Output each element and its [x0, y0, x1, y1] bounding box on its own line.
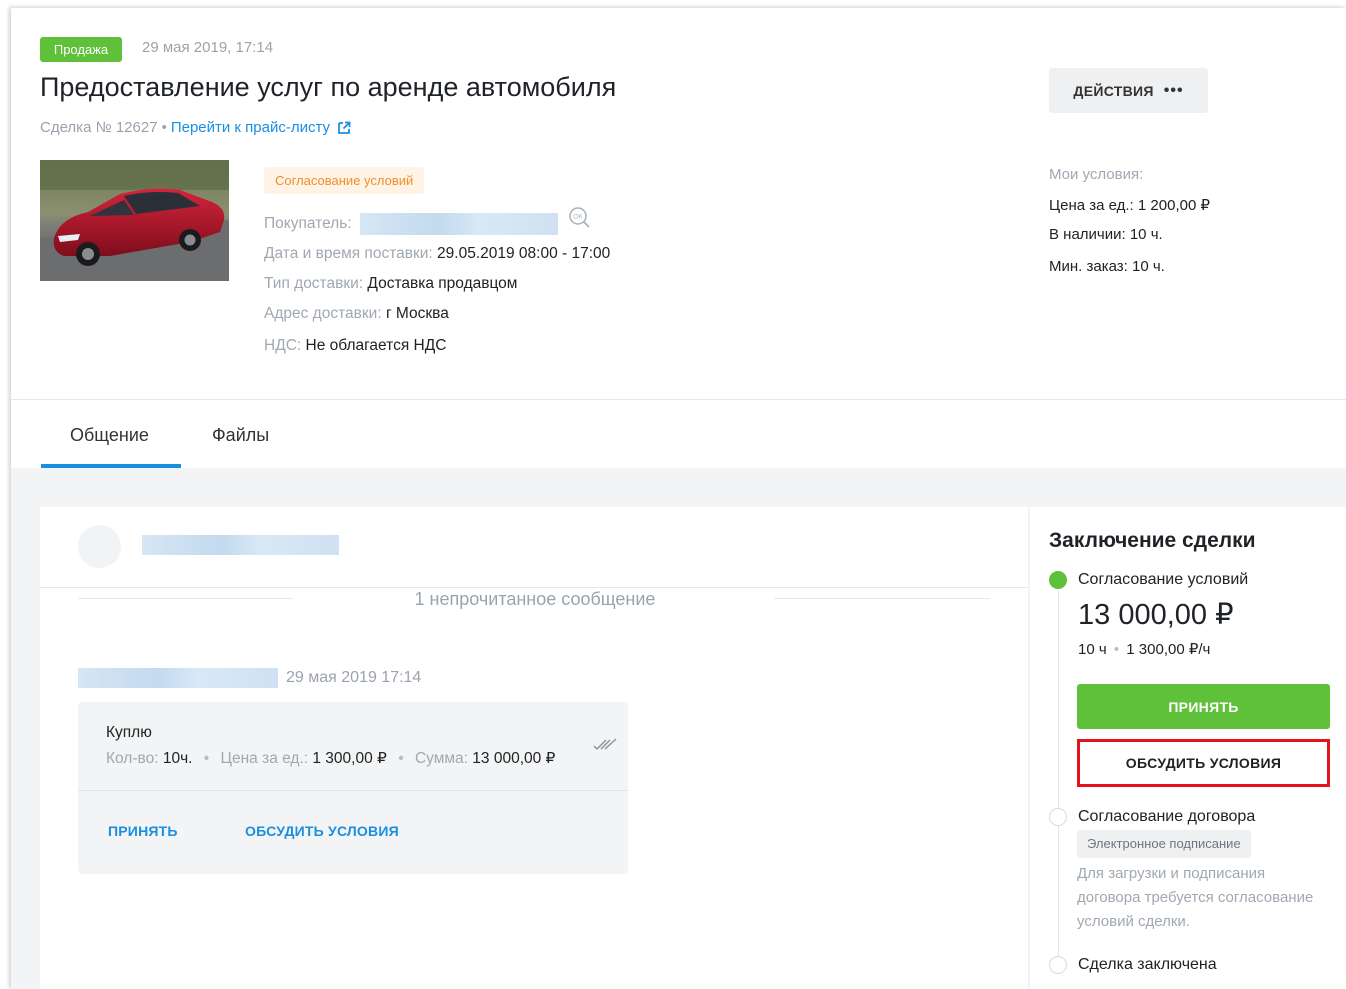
step-contract-label: Согласование договора	[1078, 808, 1256, 825]
sender-name-redacted	[78, 668, 278, 688]
delivery-time-value: 29.05.2019 08:00 - 17:00	[437, 245, 611, 262]
sum-value: 13 000,00 ₽	[472, 750, 556, 767]
delivery-type-label: Тип доставки:	[264, 275, 364, 292]
message-divider	[78, 790, 628, 791]
terms-stock-label: В наличии:	[1049, 226, 1126, 243]
deal-price: 13 000,00 ₽	[1078, 599, 1234, 631]
price-qty: 10 ч	[1078, 641, 1107, 658]
car-photo	[40, 160, 229, 281]
meta-separator: •	[161, 119, 167, 136]
deal-date: 29 мая 2019, 17:14	[142, 39, 274, 56]
status-tag: Согласование условий	[264, 167, 425, 194]
address-label: Адрес доставки:	[264, 305, 382, 322]
steps-connector	[1058, 826, 1059, 964]
terms-unit-price-value: 1 200,00 ₽	[1137, 197, 1211, 214]
detail-separator: •	[398, 750, 404, 767]
sidebar-title: Заключение сделки	[1049, 529, 1256, 552]
vat-value: Не облагается НДС	[305, 337, 447, 354]
message-discuss-link[interactable]: ОБСУДИТЬ УСЛОВИЯ	[245, 823, 399, 839]
terms-stock-value: 10 ч.	[1129, 226, 1163, 243]
sum-label: Сумма:	[414, 750, 468, 767]
deal-type-badge: Продажа	[40, 37, 122, 62]
unread-messages-label: 1 непрочитанное сообщение	[414, 589, 656, 609]
step-active-dot	[1049, 571, 1067, 589]
message-accept-link[interactable]: ПРИНЯТЬ	[108, 823, 178, 839]
double-check-icon	[593, 738, 617, 751]
step-inactive-dot	[1049, 808, 1067, 826]
vat-label: НДС:	[264, 337, 302, 354]
deal-number: Сделка № 12627	[40, 119, 158, 136]
address-value: г Москва	[385, 305, 449, 322]
delivery-time-row: Дата и время поставки: 29.05.2019 08:00 …	[264, 245, 610, 263]
delivery-time-label: Дата и время поставки:	[264, 245, 433, 262]
message-card: Куплю Кол-во: 10ч. • Цена за ед.: 1 300,…	[78, 702, 628, 874]
steps-connector	[1058, 590, 1059, 816]
terms-unit-price-label: Цена за ед.:	[1049, 197, 1134, 214]
buyer-row: Покупатель:	[264, 213, 558, 235]
avatar	[78, 525, 121, 568]
vat-row: НДС: Не облагается НДС	[264, 337, 446, 355]
chat-header-divider	[40, 587, 1028, 588]
buyer-label: Покупатель:	[264, 215, 352, 233]
address-row: Адрес доставки: г Москва	[264, 305, 449, 323]
unit-price-value: 1 300,00 ₽	[312, 750, 387, 767]
step-inactive-dot	[1049, 956, 1067, 974]
my-terms-title: Мои условия:	[1049, 166, 1144, 183]
terms-unit-price: Цена за ед.: 1 200,00 ₽	[1049, 196, 1210, 214]
price-breakdown: 10 ч • 1 300,00 ₽/ч	[1078, 640, 1210, 658]
external-link-icon[interactable]	[337, 121, 351, 135]
message-text: Куплю	[106, 724, 152, 741]
page-title: Предоставление услуг по аренде автомобил…	[40, 72, 617, 102]
buyer-name-redacted[interactable]	[359, 213, 558, 235]
delivery-type-row: Тип доставки: Доставка продавцом	[264, 275, 517, 293]
accept-button[interactable]: ПРИНЯТЬ	[1077, 684, 1330, 729]
qty-value: 10ч.	[162, 750, 193, 767]
qty-label: Кол-во:	[106, 750, 159, 767]
contract-note: Для загрузки и подписания договора требу…	[1077, 865, 1314, 930]
detail-separator: •	[203, 750, 210, 767]
tabs-divider	[11, 399, 1346, 400]
delivery-type-value: Доставка продавцом	[367, 275, 518, 292]
unread-divider-left	[78, 598, 293, 599]
terms-min-order: Мин. заказ: 10 ч.	[1049, 258, 1165, 275]
svg-text:OK: OK	[573, 214, 583, 221]
price-separator: •	[1113, 641, 1120, 658]
terms-min-order-label: Мин. заказ:	[1049, 258, 1128, 275]
discuss-terms-button[interactable]: ОБСУДИТЬ УСЛОВИЯ	[1077, 739, 1330, 787]
tab-communication[interactable]: Общение	[70, 425, 149, 446]
step-terms-label: Согласование условий	[1078, 571, 1249, 588]
more-icon: •••	[1163, 81, 1184, 99]
ok-icon[interactable]: OK	[568, 206, 590, 228]
terms-stock: В наличии: 10 ч.	[1049, 226, 1163, 243]
deal-meta: Сделка № 12627 • Перейти к прайс-листу	[40, 119, 351, 136]
chat-contact-name-redacted[interactable]	[142, 535, 339, 555]
price-list-link[interactable]: Перейти к прайс-листу	[171, 119, 330, 136]
tab-files[interactable]: Файлы	[212, 425, 269, 446]
price-rate: 1 300,00 ₽/ч	[1126, 641, 1211, 658]
terms-min-order-value: 10 ч.	[1132, 258, 1165, 275]
actions-label: ДЕЙСТВИЯ	[1073, 82, 1154, 99]
unit-price-label: Цена за ед.:	[220, 750, 309, 767]
step-closed-label: Сделка заключена	[1078, 956, 1217, 973]
unread-divider-right	[774, 598, 990, 599]
esign-tag: Электронное подписание	[1077, 830, 1251, 858]
actions-button[interactable]: ДЕЙСТВИЯ •••	[1049, 68, 1208, 113]
message-details: Кол-во: 10ч. • Цена за ед.: 1 300,00 ₽ •…	[106, 749, 555, 768]
message-time: 29 мая 2019 17:14	[286, 669, 422, 686]
